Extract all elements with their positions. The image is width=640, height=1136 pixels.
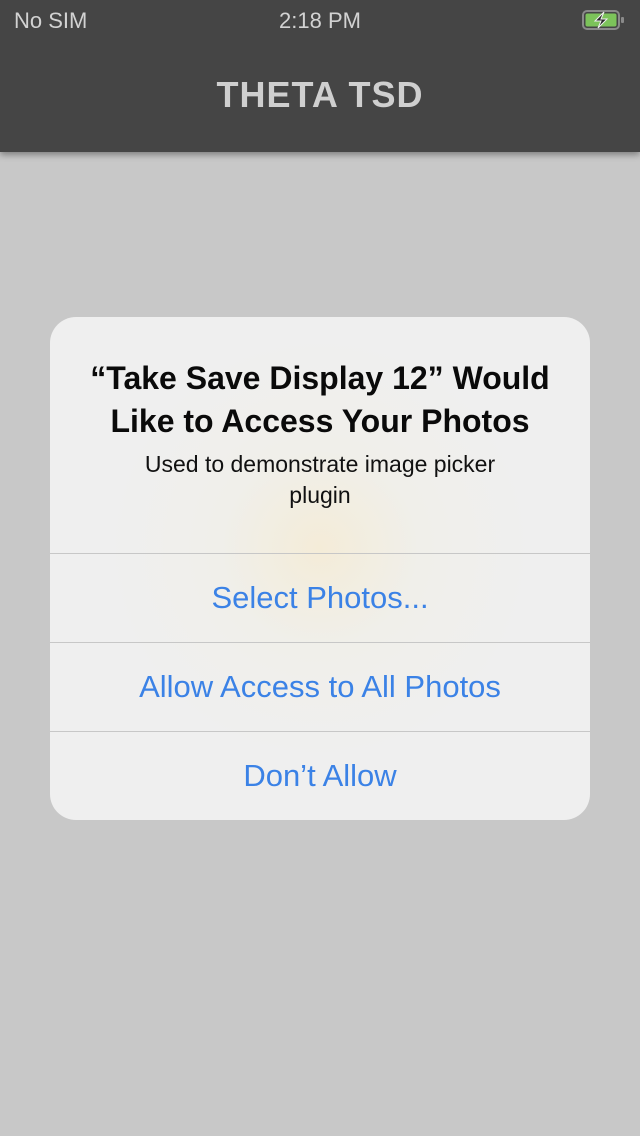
status-time: 2:18 PM: [279, 8, 361, 33]
alert-message: Used to demonstrate image picker plugin: [144, 451, 496, 508]
select-photos-button[interactable]: Select Photos...: [50, 554, 590, 642]
dont-allow-button[interactable]: Don’t Allow: [50, 732, 590, 820]
photos-permission-alert: “Take Save Display 12” Would Like to Acc…: [50, 317, 590, 820]
alert-title: “Take Save Display 12” Would Like to Acc…: [90, 360, 550, 439]
battery-charging-icon: [582, 10, 624, 30]
allow-all-photos-button[interactable]: Allow Access to All Photos: [50, 643, 590, 731]
page-title: THETA TSD: [216, 74, 424, 115]
status-bar: No SIM 2:18 PM: [0, 0, 640, 40]
app-header: No SIM 2:18 PM THETA TSD: [0, 0, 640, 152]
app-screen: No SIM 2:18 PM THETA TSD “Take Save Disp…: [0, 0, 640, 1136]
